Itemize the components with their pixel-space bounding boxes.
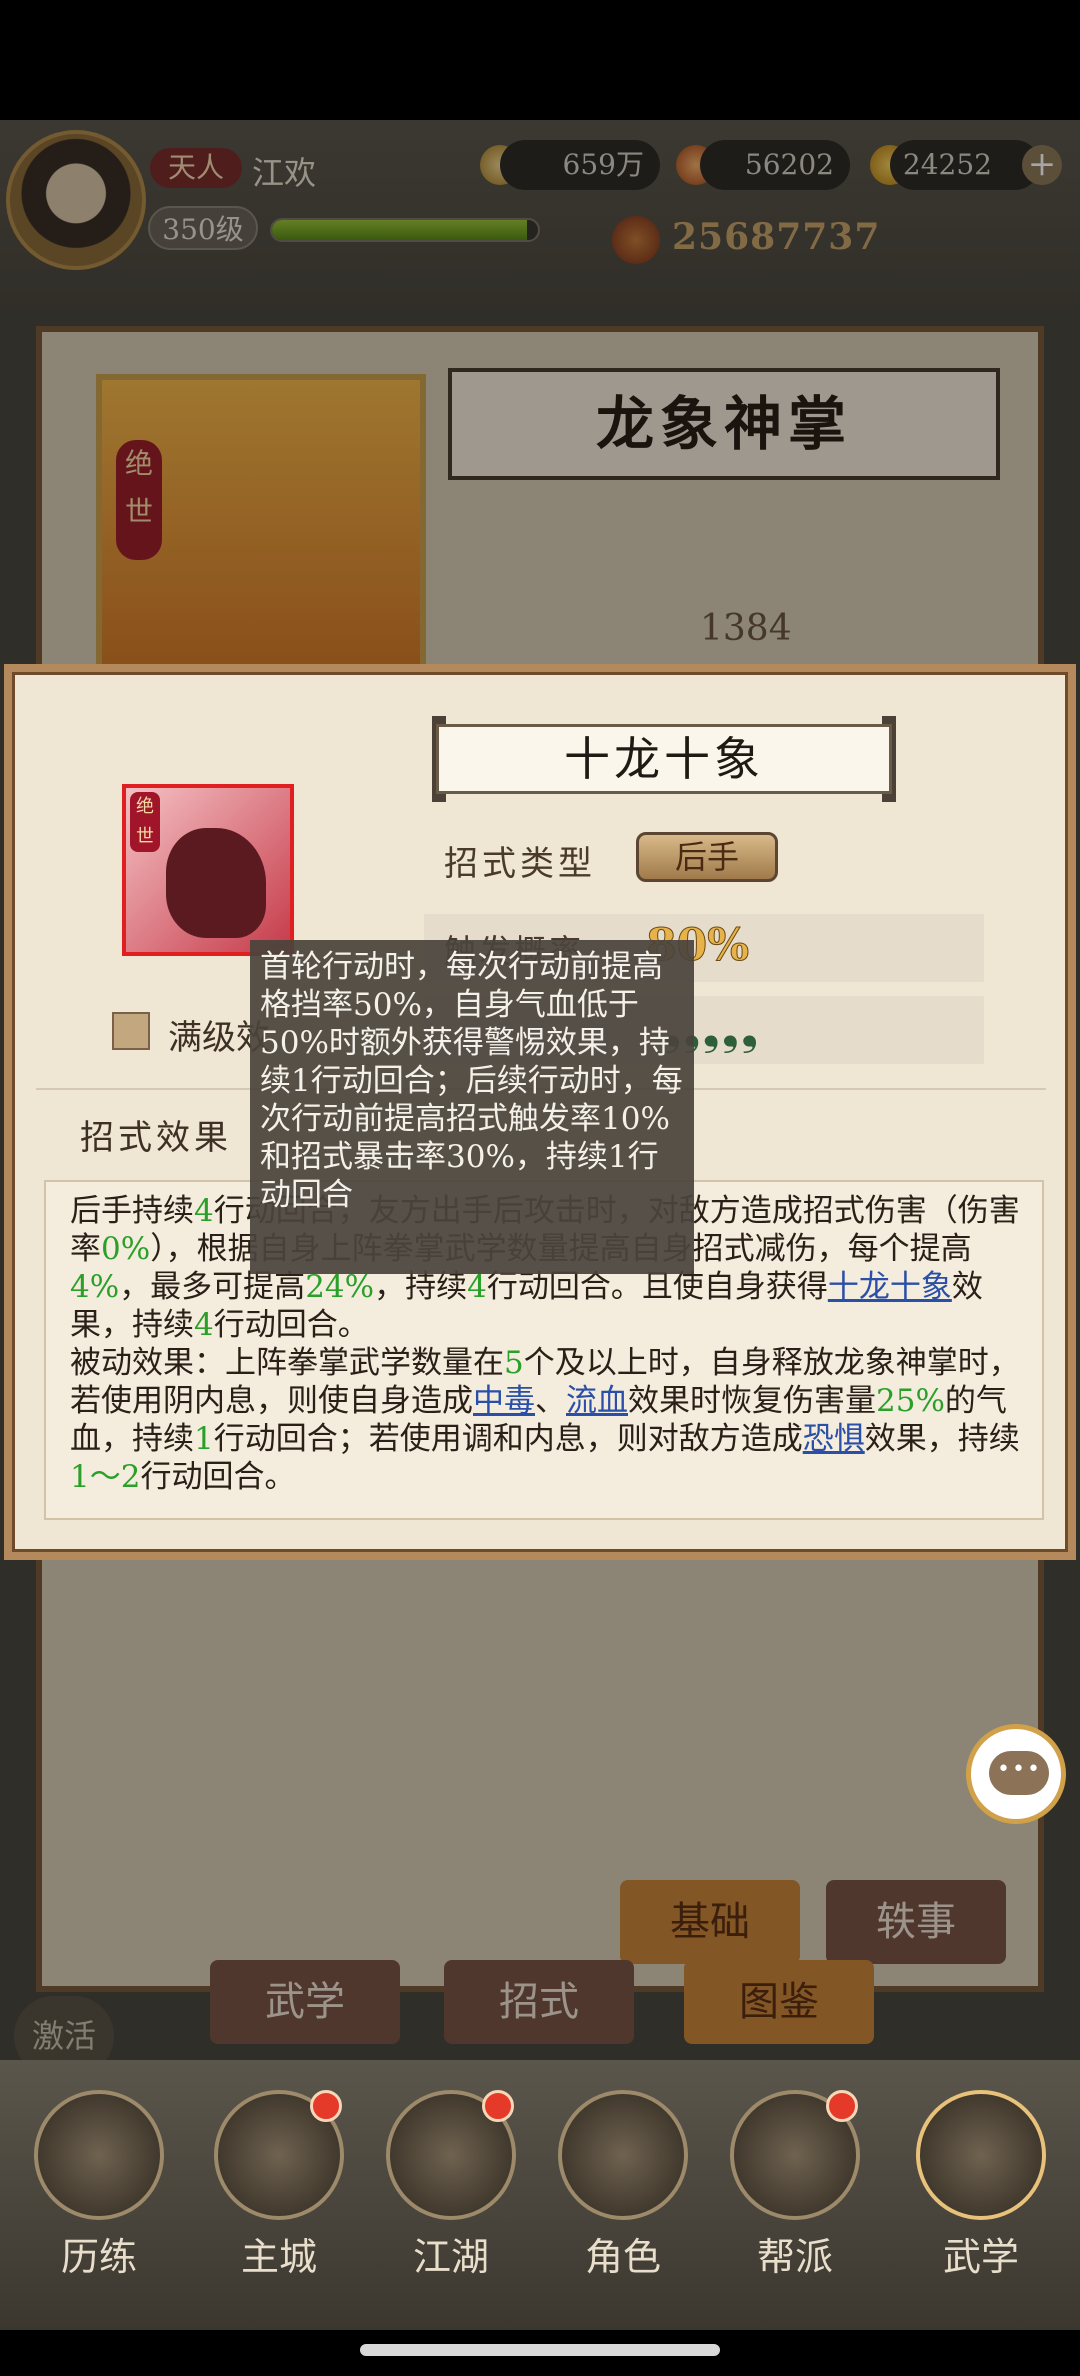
nav-label: 江湖 [412, 2235, 489, 2279]
player-name: 江欢 [252, 154, 317, 192]
nav-city[interactable]: 主城 [204, 2090, 354, 2290]
xp-bar-fill [272, 220, 528, 240]
value-span: 25% [876, 1383, 945, 1419]
effect-section-label: 招式效果 [80, 1118, 232, 1158]
nav-jianghu[interactable]: 江湖 [376, 2090, 526, 2290]
sub-tab-basic[interactable]: 基础 [620, 1880, 800, 1964]
value-span: 1～2 [70, 1459, 141, 1495]
notification-dot [310, 2090, 342, 2122]
nav-label: 历练 [60, 2235, 137, 2279]
text-span: ，持续 [374, 1269, 468, 1305]
notification-dot [482, 2090, 514, 2122]
value-span: 4% [70, 1269, 120, 1305]
notification-dot [826, 2090, 858, 2122]
nav-label: 角色 [584, 2235, 661, 2279]
text-span: 行动回合。 [213, 1307, 369, 1343]
text-span: 后手持续 [70, 1193, 194, 1229]
xp-bar [270, 218, 540, 242]
nav-label: 帮派 [756, 2235, 833, 2279]
max-level-checkbox[interactable] [112, 1012, 150, 1050]
move-title: 十龙十象 [564, 732, 764, 786]
value-span: 4 [194, 1307, 214, 1343]
chat-button[interactable]: ••• [966, 1724, 1066, 1824]
effect-tooltip: 首轮行动时，每次行动前提高格挡率50%，自身气血低于50%时额外获得警惕效果，持… [250, 940, 694, 1274]
effect-link[interactable]: 恐惧 [803, 1421, 865, 1457]
silver-amount: 659万 [500, 140, 660, 190]
text-span: 行动回合。且使自身获得 [486, 1269, 828, 1305]
text-span: 、 [535, 1383, 566, 1419]
tab-moves[interactable]: 招式 [444, 1960, 634, 2044]
text-span: ，最多可提高 [119, 1269, 306, 1305]
value-span: 4 [194, 1193, 214, 1229]
level-badge: 350级 [148, 206, 258, 250]
text-span: 行动回合。 [140, 1459, 296, 1495]
nav-martial-arts[interactable]: 武学 [906, 2090, 1056, 2290]
rank-tag: 天人 [150, 148, 242, 188]
nav-label: 主城 [240, 2235, 317, 2279]
status-bar [0, 0, 1080, 120]
character-icon [558, 2090, 688, 2220]
effect-link[interactable]: 十龙十象 [828, 1269, 952, 1305]
power-icon [612, 216, 660, 264]
effect-link[interactable]: 流血 [566, 1383, 628, 1419]
skill-title: 龙象神掌 [595, 390, 852, 458]
text-span: 行动回合；若使用调和内息，则对敌方造成 [213, 1421, 803, 1457]
value-span: 5 [504, 1345, 524, 1381]
nav-guild[interactable]: 帮派 [720, 2090, 870, 2290]
passive-effect: 被动效果：上阵拳掌武学数量在5个及以上时，自身释放龙象神掌时，若使用阴内息，则使… [70, 1344, 1020, 1496]
tooltip-text: 首轮行动时，每次行动前提高格挡率50%，自身气血低于50%时额外获得警惕效果，持… [260, 949, 683, 1213]
power-value: 25687737 [672, 216, 881, 258]
stamina-amount: 56202 [700, 140, 850, 190]
training-icon [34, 2090, 164, 2220]
move-rarity-tag: 绝世 [130, 792, 160, 852]
card-rarity-badge: 绝世 [116, 440, 162, 560]
elephant-icon [166, 828, 266, 938]
chat-dots-icon: ••• [997, 1757, 1042, 1782]
nav-character[interactable]: 角色 [548, 2090, 698, 2290]
value-span: 24% [305, 1269, 375, 1305]
move-type-label: 招式类型 [444, 844, 596, 884]
value-span: 0% [101, 1231, 151, 1267]
top-bar: 天人 江欢 350级 659万 56202 24252 + 25687737 [0, 120, 1080, 310]
effect-link[interactable]: 中毒 [473, 1383, 535, 1419]
value-span: 1 [194, 1421, 214, 1457]
tab-martial[interactable]: 武学 [210, 1960, 400, 2044]
sub-tab-anecdote[interactable]: 轶事 [826, 1880, 1006, 1964]
player-avatar[interactable] [6, 130, 146, 270]
nav-training[interactable]: 历练 [24, 2090, 174, 2290]
value-span: 4 [467, 1269, 487, 1305]
move-icon: 绝世 [122, 784, 294, 956]
move-type-badge: 后手 [636, 832, 778, 882]
scroll-icon [916, 2090, 1046, 2220]
add-currency-icon[interactable]: + [1022, 145, 1062, 185]
nav-label: 武学 [942, 2235, 1019, 2279]
text-span: 被动效果：上阵拳掌武学数量在 [70, 1345, 504, 1381]
home-indicator[interactable] [360, 2344, 720, 2356]
text-span: 效果时恢复伤害量 [628, 1383, 876, 1419]
text-span: 效果，持续 [864, 1421, 1020, 1457]
tab-codex[interactable]: 图鉴 [684, 1960, 874, 2044]
skill-power: 1384 [700, 608, 792, 649]
gold-amount: 24252 [890, 140, 1040, 190]
